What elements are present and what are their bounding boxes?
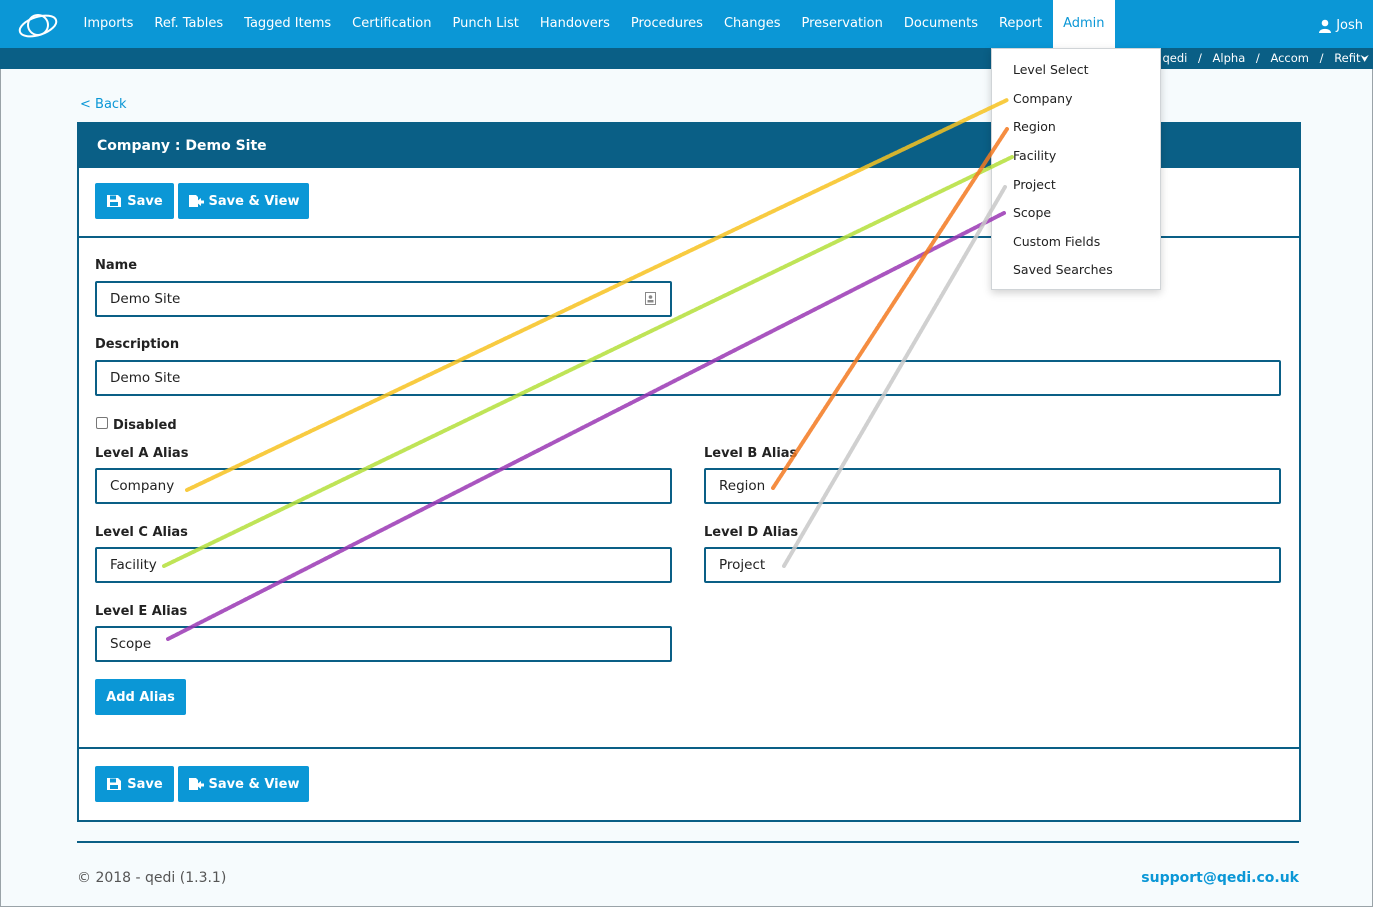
support-email-link[interactable]: support@qedi.co.uk [1141, 870, 1299, 886]
description-label: Description [95, 337, 180, 352]
divider [79, 747, 1299, 749]
level-c-alias-input[interactable]: Facility [95, 547, 672, 583]
back-link[interactable]: < Back [80, 97, 127, 112]
menu-item-company[interactable]: Company [1013, 91, 1072, 106]
level-b-alias-label: Level B Alias [704, 446, 798, 461]
menu-item-project[interactable]: Project [1013, 177, 1056, 192]
save-and-view-button-top[interactable]: Save & View [178, 183, 309, 219]
menu-item-level-select[interactable]: Level Select [1013, 62, 1089, 77]
nav-preservation[interactable]: Preservation [791, 0, 893, 48]
copyright: © 2018 - qedi (1.3.1) [77, 870, 227, 886]
menu-item-custom-fields[interactable]: Custom Fields [1013, 234, 1100, 249]
level-e-alias-value: Scope [110, 636, 152, 652]
level-c-alias-label: Level C Alias [95, 525, 188, 540]
name-input[interactable]: Demo Site [95, 281, 672, 317]
footer-divider [77, 841, 1299, 843]
save-label: Save [127, 776, 163, 792]
nav-documents[interactable]: Documents [893, 0, 988, 48]
breadcrumb-item[interactable]: Alpha [1213, 51, 1246, 65]
level-a-alias-input[interactable]: Company [95, 468, 672, 504]
nav-imports[interactable]: Imports [73, 0, 144, 48]
level-b-alias-value: Region [719, 478, 766, 494]
level-e-alias-input[interactable]: Scope [95, 626, 672, 662]
user-icon [1319, 19, 1332, 33]
level-d-alias-input[interactable]: Project [704, 547, 1281, 583]
level-a-alias-label: Level A Alias [95, 446, 189, 461]
breadcrumb: / qedi / Alpha / Accom / Refit⮟ [1148, 51, 1370, 65]
level-d-alias-value: Project [719, 557, 766, 573]
contact-card-icon [645, 292, 656, 305]
level-a-alias-value: Company [110, 478, 175, 494]
qedi-logo-icon[interactable] [16, 10, 60, 40]
name-value: Demo Site [110, 291, 181, 307]
chevron-down-icon[interactable]: ⮟ [1361, 54, 1370, 65]
save-label: Save [127, 193, 163, 209]
description-input[interactable]: Demo Site [95, 360, 1281, 396]
nav-changes[interactable]: Changes [713, 0, 791, 48]
save-view-label: Save & View [208, 776, 300, 792]
save-button-bottom[interactable]: Save [95, 766, 174, 802]
breadcrumb-item[interactable]: Accom [1270, 51, 1309, 65]
level-e-alias-label: Level E Alias [95, 604, 188, 619]
nav-punch-list[interactable]: Punch List [442, 0, 529, 48]
floppy-disk-icon [107, 778, 122, 790]
menu-item-saved-searches[interactable]: Saved Searches [1013, 262, 1113, 277]
description-value: Demo Site [110, 370, 181, 386]
nav-ref-tables[interactable]: Ref. Tables [144, 0, 234, 48]
add-alias-button[interactable]: Add Alias [95, 679, 186, 715]
breadcrumb-bar: / qedi / Alpha / Accom / Refit⮟ [0, 48, 1373, 69]
name-label: Name [95, 258, 138, 273]
nav-certification[interactable]: Certification [342, 0, 442, 48]
nav-procedures[interactable]: Procedures [620, 0, 713, 48]
user-name: Josh [1336, 18, 1363, 33]
admin-dropdown-menu: Level Select Company Region Facility Pro… [991, 48, 1161, 290]
menu-item-scope[interactable]: Scope [1013, 205, 1051, 220]
menu-item-region[interactable]: Region [1013, 119, 1056, 134]
user-menu[interactable]: Josh [1318, 0, 1363, 52]
nav-admin[interactable]: Admin [1052, 0, 1116, 48]
save-view-label: Save & View [208, 193, 300, 209]
save-view-icon [188, 195, 204, 207]
save-view-icon [188, 778, 204, 790]
nav-report[interactable]: Report [988, 0, 1052, 48]
level-c-alias-value: Facility [110, 557, 157, 573]
floppy-disk-icon [107, 195, 122, 207]
nav-tagged-items[interactable]: Tagged Items [234, 0, 342, 48]
save-button-top[interactable]: Save [95, 183, 174, 219]
level-b-alias-input[interactable]: Region [704, 468, 1281, 504]
disabled-label: Disabled [113, 418, 177, 433]
disabled-checkbox[interactable] [96, 417, 108, 429]
top-navbar: Imports Ref. Tables Tagged Items Certifi… [0, 0, 1373, 48]
nav-handovers[interactable]: Handovers [529, 0, 620, 48]
save-and-view-button-bottom[interactable]: Save & View [178, 766, 309, 802]
breadcrumb-item[interactable]: qedi [1162, 51, 1187, 65]
breadcrumb-item[interactable]: Refit [1334, 51, 1360, 65]
level-d-alias-label: Level D Alias [704, 525, 799, 540]
menu-item-facility[interactable]: Facility [1013, 148, 1056, 163]
